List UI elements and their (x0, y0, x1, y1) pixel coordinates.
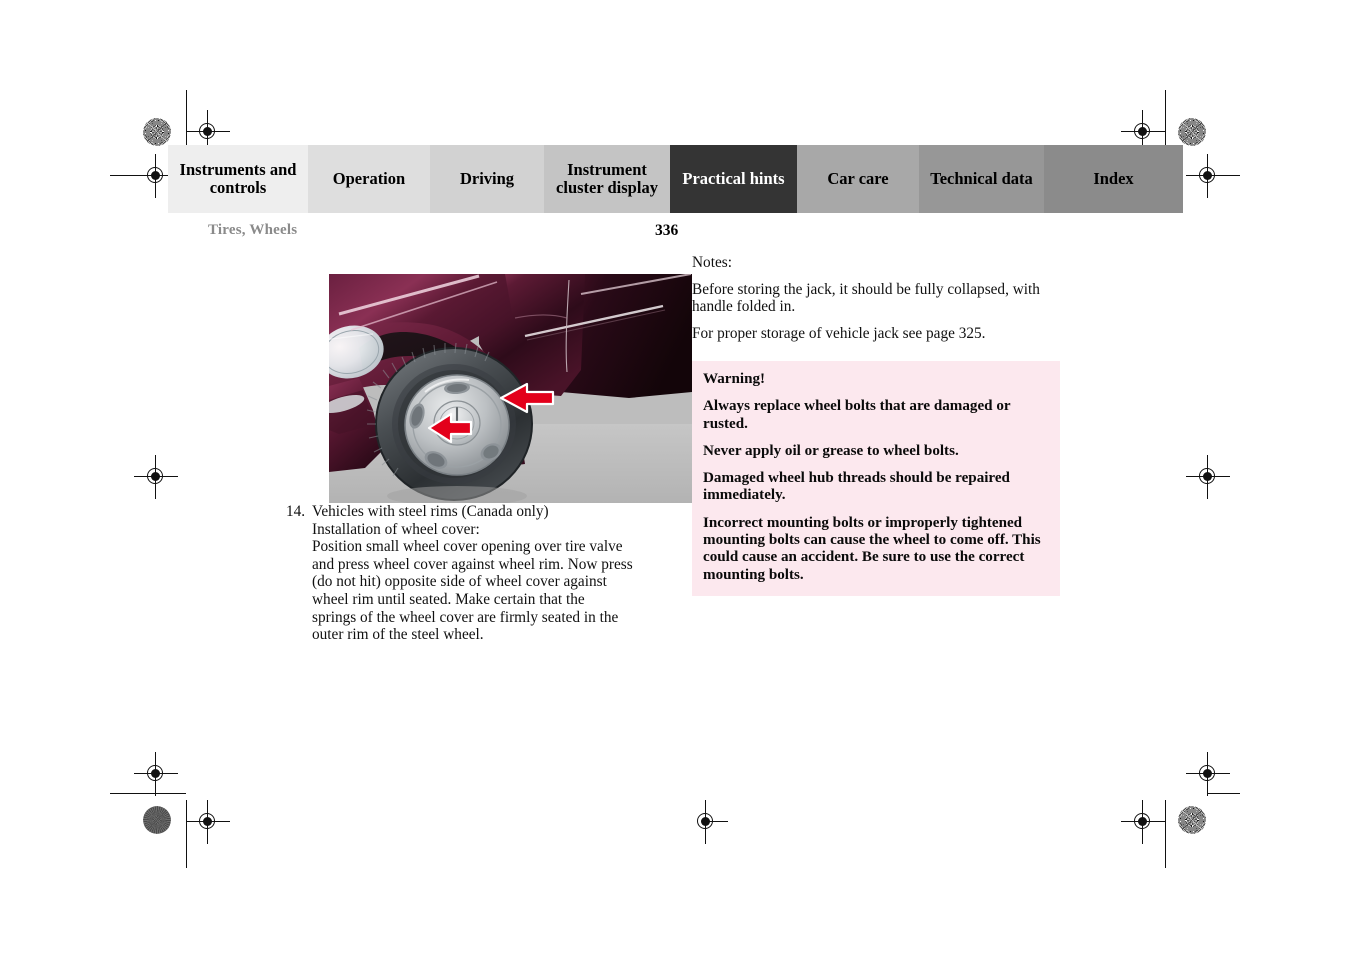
step-line: outer rim of the steel wheel. (312, 626, 484, 644)
registration-mark-bottom-right-lower (1121, 800, 1165, 844)
page-number: 336 (655, 222, 679, 239)
tab-label: Instruments and controls (179, 159, 297, 197)
crop-line-bottom-right-vertical (1165, 800, 1167, 868)
warning-paragraph: Damaged wheel hub threads should be repa… (703, 470, 1010, 504)
step-item-14: 14. Vehicles with steel rims (Canada onl… (286, 503, 658, 644)
tab-label: Driving (459, 168, 515, 188)
step-line: Installation of wheel cover: (312, 520, 480, 538)
crop-line-bottom-right-horizontal (1207, 793, 1240, 795)
tab-label: Index (1093, 168, 1134, 188)
tab-practical-hints[interactable]: Practical hints (670, 145, 797, 213)
density-patch-bottom-left (143, 806, 171, 834)
density-patch-top-right (1178, 118, 1206, 146)
notes-paragraph: Before storing the jack, it should be fu… (692, 280, 1040, 316)
step-number: 14. (286, 503, 306, 520)
tab-index[interactable]: Index (1044, 145, 1183, 213)
tab-driving[interactable]: Driving (430, 145, 544, 213)
tab-label: Practical hints (682, 168, 785, 188)
registration-mark-middle-left (134, 455, 178, 499)
registration-mark-middle-right (1186, 455, 1230, 499)
tab-car-care[interactable]: Car care (797, 145, 919, 213)
tab-label: Car care (827, 168, 889, 188)
crop-line-bottom-left-horizontal (110, 793, 186, 795)
warning-title: Warning! (703, 371, 766, 387)
warning-paragraph: Never apply oil or grease to wheel bolts… (703, 442, 959, 459)
tab-label: Technical data (930, 168, 1033, 188)
registration-mark-bottom-center (684, 800, 728, 844)
tab-label: Instrument cluster display (556, 159, 658, 197)
warning-paragraph: Always replace wheel bolts that are dama… (703, 398, 1011, 432)
step-line: Vehicles with steel rims (Canada only) (312, 503, 549, 520)
chapter-tab-bar: Instruments and controls Operation Drivi… (168, 145, 1183, 213)
crop-line-top-right-horizontal (1207, 175, 1240, 177)
step-line: wheel rim until seated. Make certain tha… (312, 590, 585, 608)
density-patch-top-left (143, 118, 171, 146)
warning-paragraph: Incorrect mounting bolts or improperly t… (703, 514, 1041, 583)
registration-mark-bottom-right-upper (1186, 752, 1230, 796)
step-line: and press wheel cover against wheel rim.… (312, 555, 633, 573)
tab-instruments-and-controls[interactable]: Instruments and controls (168, 145, 308, 213)
registration-mark-bottom-left-lower (186, 800, 230, 844)
crop-line-bottom-left-vertical (186, 800, 188, 868)
wheel-cover-illustration (329, 274, 692, 503)
registration-mark-bottom-left-upper (134, 752, 178, 796)
tab-operation[interactable]: Operation (308, 145, 430, 213)
running-head-section-title: Tires, Wheels (208, 222, 298, 238)
density-patch-bottom-right (1178, 806, 1206, 834)
tab-label: Operation (332, 168, 406, 188)
tab-instrument-cluster-display[interactable]: Instrument cluster display (544, 145, 670, 213)
step-text: Vehicles with steel rims (Canada only) I… (312, 503, 658, 644)
step-line: springs of the wheel cover are firmly se… (312, 608, 619, 626)
notes-heading: Notes: (692, 254, 732, 271)
tab-technical-data[interactable]: Technical data (919, 145, 1044, 213)
notes-paragraph: For proper storage of vehicle jack see p… (692, 324, 986, 342)
step-line: (do not hit) opposite side of wheel cove… (312, 573, 607, 591)
warning-box: Warning! Always replace wheel bolts that… (692, 361, 1060, 596)
step-line: Position small wheel cover opening over … (312, 538, 623, 556)
notes-section: Notes: Before storing the jack, it shoul… (692, 254, 1062, 342)
